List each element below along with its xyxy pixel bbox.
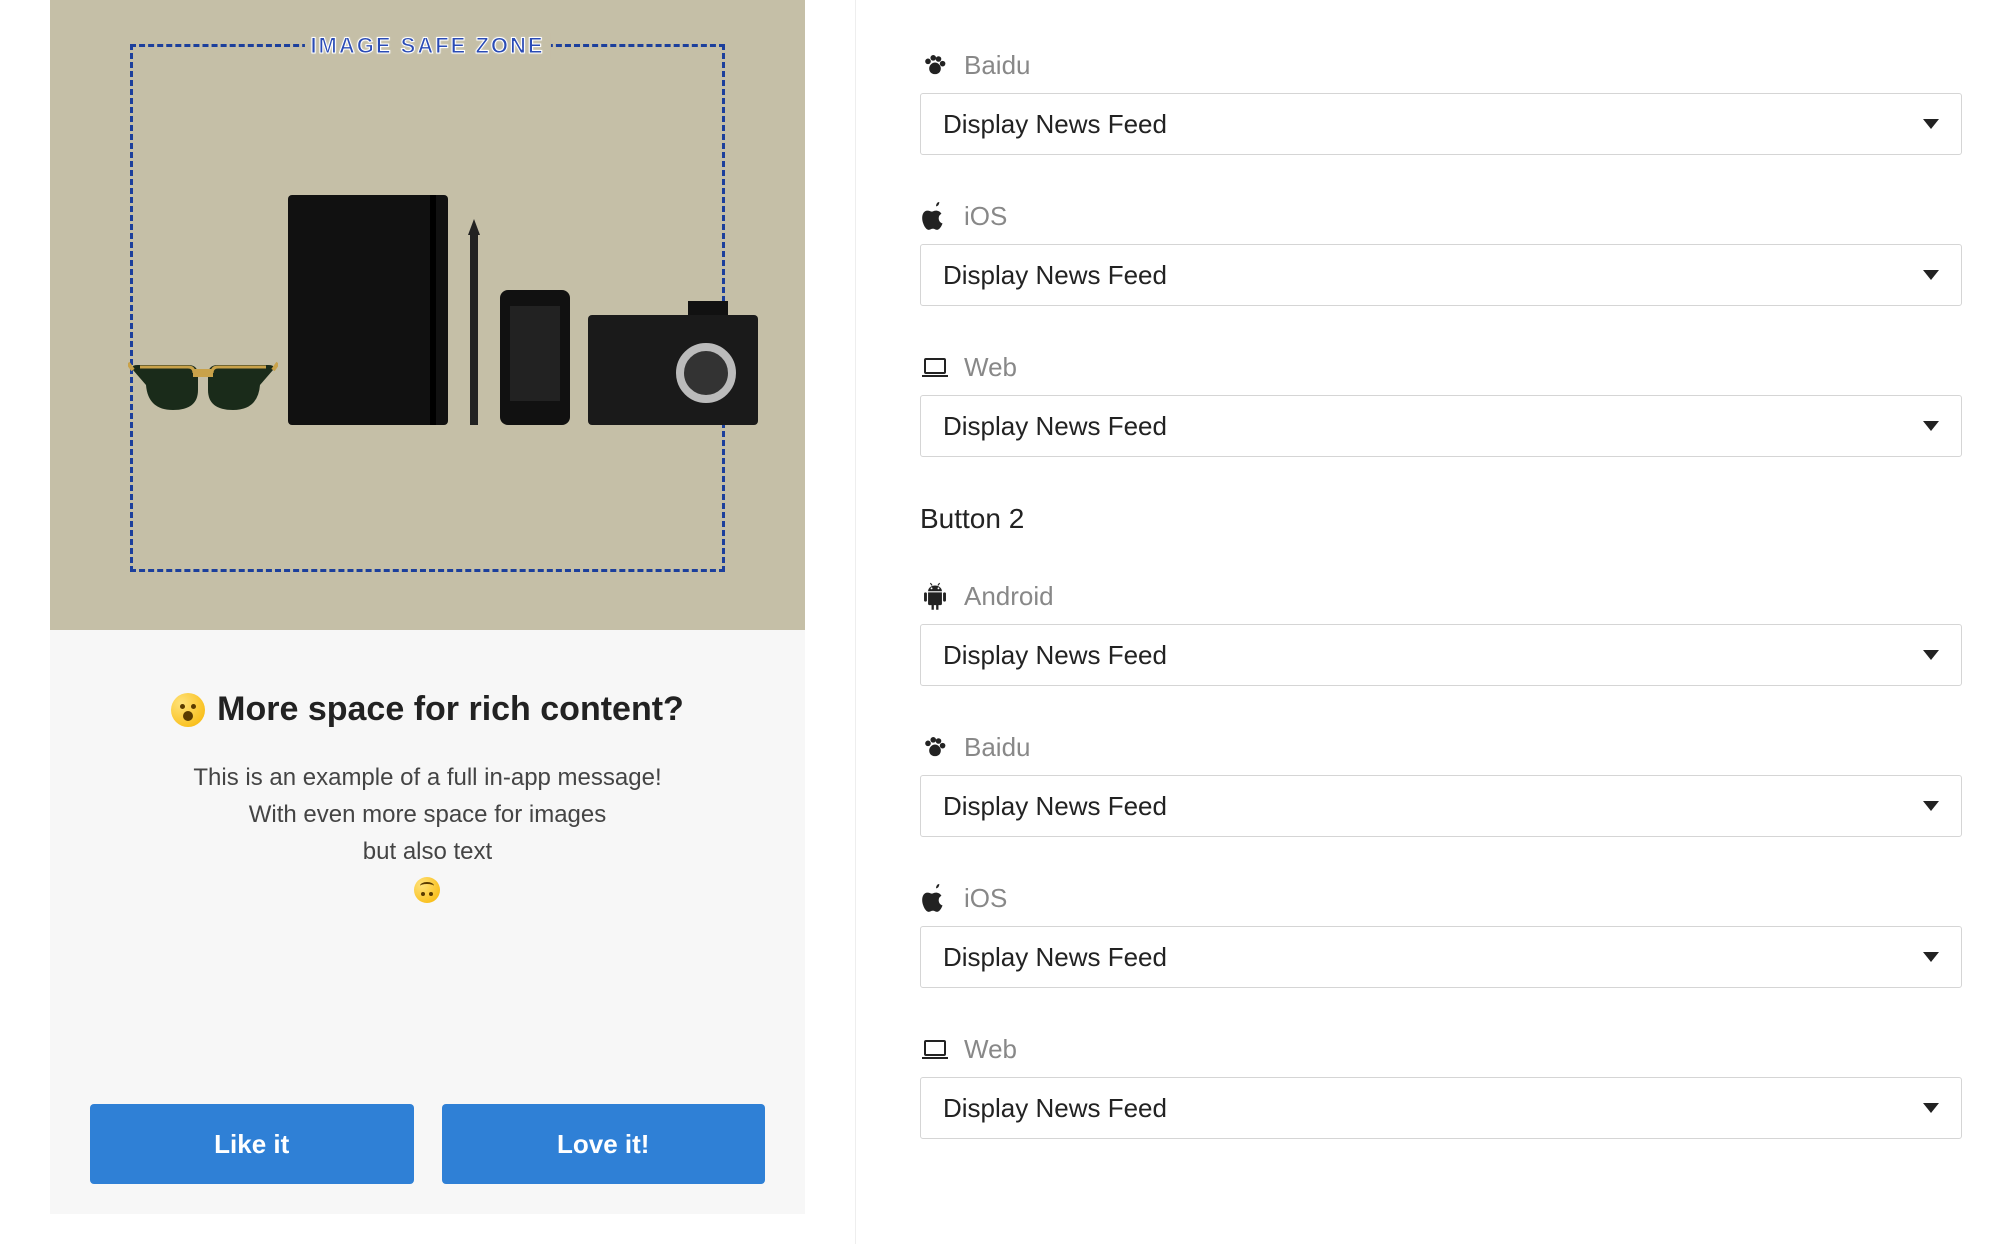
preview-button-1[interactable]: Like it [90,1104,414,1184]
upside-down-face-icon [414,877,440,903]
notebook-icon [288,195,448,425]
select-value: Display News Feed [943,411,1167,442]
body-line-2: With even more space for images [193,796,661,833]
preview-illustration [128,185,728,445]
platform-label-android: Android [920,581,1962,612]
platform-label-text: iOS [964,201,1007,232]
select-value: Display News Feed [943,1093,1167,1124]
preview-image-area: IMAGE SAFE ZONE [50,0,805,630]
platform-label-text: Web [964,1034,1017,1065]
platform-label-ios: iOS [920,201,1962,232]
safe-zone-label: IMAGE SAFE ZONE [304,33,550,59]
preview-button-row: Like it Love it! [90,1064,765,1184]
select-value: Display News Feed [943,109,1167,140]
select-value: Display News Feed [943,640,1167,671]
apple-icon [920,202,950,232]
laptop-icon [920,353,950,383]
pencil-icon [470,235,478,425]
platform-label-text: Baidu [964,50,1031,81]
platform-label-text: Baidu [964,732,1031,763]
button2-web-select[interactable]: Display News Feed [920,1077,1962,1139]
select-value: Display News Feed [943,942,1167,973]
body-line-1: This is an example of a full in-app mess… [193,759,661,796]
paw-icon [920,51,950,81]
preview-body: This is an example of a full in-app mess… [193,759,661,908]
platform-label-baidu: Baidu [920,50,1962,81]
preview-content: More space for rich content? This is an … [50,630,805,1214]
laptop-icon [920,1035,950,1065]
button2-ios-field: iOS Display News Feed [920,883,1962,988]
platform-label-web: Web [920,352,1962,383]
platform-label-text: iOS [964,883,1007,914]
button1-web-field: Web Display News Feed [920,352,1962,457]
chevron-down-icon [1923,119,1939,129]
platform-label-text: Web [964,352,1017,383]
button2-baidu-select[interactable]: Display News Feed [920,775,1962,837]
paw-icon [920,733,950,763]
android-icon [920,582,950,612]
apple-icon [920,884,950,914]
surprised-face-icon [171,693,205,727]
button2-section-heading: Button 2 [920,503,1962,535]
chevron-down-icon [1923,270,1939,280]
chevron-down-icon [1923,952,1939,962]
platform-label-text: Android [964,581,1054,612]
headline-text: More space for rich content? [217,690,684,729]
chevron-down-icon [1923,801,1939,811]
button1-baidu-field: Baidu Display News Feed [920,50,1962,155]
preview-headline: More space for rich content? [171,690,684,729]
phone-icon [500,290,570,425]
platform-label-web: Web [920,1034,1962,1065]
select-value: Display News Feed [943,791,1167,822]
sunglasses-icon [128,355,278,415]
chevron-down-icon [1923,1103,1939,1113]
button1-ios-field: iOS Display News Feed [920,201,1962,306]
button2-web-field: Web Display News Feed [920,1034,1962,1139]
button2-ios-select[interactable]: Display News Feed [920,926,1962,988]
chevron-down-icon [1923,650,1939,660]
button2-android-field: Android Display News Feed [920,581,1962,686]
button1-web-select[interactable]: Display News Feed [920,395,1962,457]
platform-label-ios: iOS [920,883,1962,914]
button1-ios-select[interactable]: Display News Feed [920,244,1962,306]
in-app-preview-card: ✕ IMAGE SAFE ZONE [50,0,805,1214]
camera-icon [588,315,758,425]
chevron-down-icon [1923,421,1939,431]
body-line-3: but also text [193,833,661,870]
button2-baidu-field: Baidu Display News Feed [920,732,1962,837]
platform-label-baidu: Baidu [920,732,1962,763]
button2-android-select[interactable]: Display News Feed [920,624,1962,686]
preview-button-2[interactable]: Love it! [442,1104,766,1184]
button1-baidu-select[interactable]: Display News Feed [920,93,1962,155]
select-value: Display News Feed [943,260,1167,291]
preview-panel: ✕ IMAGE SAFE ZONE [0,0,856,1244]
form-panel: Baidu Display News Feed iOS Display News… [856,0,1990,1244]
